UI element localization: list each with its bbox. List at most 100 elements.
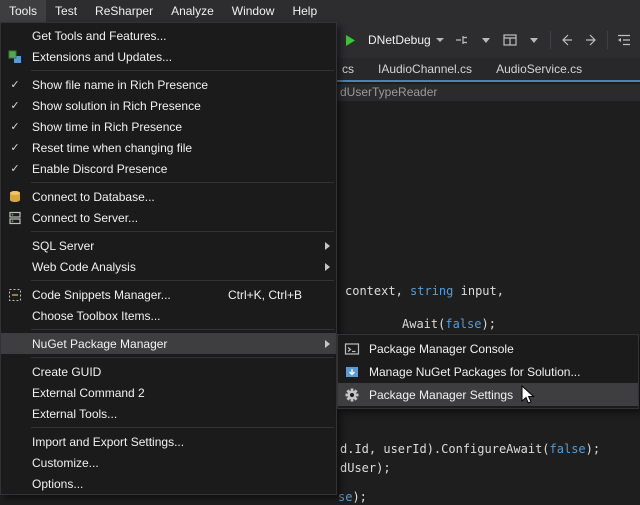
menu-item-label: Connect to Database... (29, 190, 318, 204)
menubar-item-window[interactable]: Window (223, 0, 284, 22)
run-configuration-dropdown[interactable]: DNetDebug (365, 31, 447, 49)
menubar-item-tools[interactable]: Tools (0, 0, 46, 22)
toolbar-separator (550, 31, 551, 49)
menu-separator (31, 427, 334, 428)
menu-item-choose-toolbox-items[interactable]: Choose Toolbox Items... (1, 305, 336, 326)
unindent-icon[interactable] (616, 32, 632, 48)
server-icon (1, 207, 29, 228)
menu-icon-gutter (1, 25, 29, 46)
menubar-item-resharper[interactable]: ReSharper (86, 0, 162, 22)
submenu-arrow-cell (318, 263, 336, 271)
dropdown-caret-icon (436, 38, 444, 42)
menu-item-web-code-analysis[interactable]: Web Code Analysis (1, 256, 336, 277)
menu-separator (31, 329, 334, 330)
menu-item-show-solution-in-rich-presence[interactable]: ✓Show solution in Rich Presence (1, 95, 336, 116)
attach-icon[interactable] (454, 32, 470, 48)
submenu-arrow-icon (325, 340, 330, 348)
menu-separator (31, 182, 334, 183)
menu-separator (31, 70, 334, 71)
packages-icon (338, 360, 366, 383)
menu-item-label: SQL Server (29, 239, 318, 253)
caret-down-icon[interactable] (526, 32, 542, 48)
menu-item-label: Code Snippets Manager... (29, 288, 228, 302)
menu-item-connect-to-database[interactable]: Connect to Database... (1, 186, 336, 207)
checkmark-icon: ✓ (1, 158, 29, 179)
menu-item-label: Show file name in Rich Presence (29, 78, 318, 92)
menu-item-options[interactable]: Options... (1, 473, 336, 494)
menu-item-manage-nuget-packages-for-solution[interactable]: Manage NuGet Packages for Solution... (338, 360, 638, 383)
menu-item-reset-time-when-changing-file[interactable]: ✓Reset time when changing file (1, 137, 336, 158)
menu-item-label: Package Manager Settings (366, 388, 620, 402)
menu-item-label: Package Manager Console (366, 342, 620, 356)
menu-item-show-file-name-in-rich-presence[interactable]: ✓Show file name in Rich Presence (1, 74, 336, 95)
menu-item-nuget-package-manager[interactable]: NuGet Package Manager (1, 333, 336, 354)
menu-item-label: Extensions and Updates... (29, 50, 318, 64)
menubar-item-help[interactable]: Help (283, 0, 326, 22)
menu-item-extensions-and-updates[interactable]: Extensions and Updates... (1, 46, 336, 67)
menu-item-enable-discord-presence[interactable]: ✓Enable Discord Presence (1, 158, 336, 179)
caret-down-icon[interactable] (478, 32, 494, 48)
nuget-package-manager-submenu: Package Manager Console Manage NuGet Pack… (337, 334, 639, 409)
menu-item-label: NuGet Package Manager (29, 337, 318, 351)
menu-item-customize[interactable]: Customize... (1, 452, 336, 473)
menu-item-label: External Tools... (29, 407, 318, 421)
submenu-arrow-cell (318, 340, 336, 348)
menu-item-package-manager-console[interactable]: Package Manager Console (338, 337, 638, 360)
menu-icon-gutter (1, 361, 29, 382)
menu-separator (31, 280, 334, 281)
gear-icon (338, 383, 366, 406)
menu-bar: ToolsTestReSharperAnalyzeWindowHelp (0, 0, 640, 22)
menu-icon-gutter (1, 333, 29, 354)
code-line: se); (338, 490, 367, 505)
menu-item-label: Web Code Analysis (29, 260, 318, 274)
checkmark-icon: ✓ (1, 116, 29, 137)
tab-audioservice-cs[interactable]: AudioService.cs (484, 58, 594, 80)
menu-separator (31, 357, 334, 358)
menu-item-label: Options... (29, 477, 318, 491)
extensions-icon (1, 46, 29, 67)
toolbar-icon-group (454, 31, 640, 49)
tools-menu: Get Tools and Features... Extensions and … (0, 22, 337, 495)
code-line: d.Id, userId).ConfigureAwait(false); (340, 442, 600, 457)
menu-item-external-command-2[interactable]: External Command 2 (1, 382, 336, 403)
console-icon (338, 337, 366, 360)
menu-icon-gutter (1, 452, 29, 473)
menu-item-get-tools-and-features[interactable]: Get Tools and Features... (1, 25, 336, 46)
code-line: context, string input, (345, 284, 504, 299)
menu-icon-gutter (1, 235, 29, 256)
history-forward-icon[interactable] (583, 32, 599, 48)
menu-item-label: Choose Toolbox Items... (29, 309, 318, 323)
menu-item-label: Customize... (29, 456, 318, 470)
menu-icon-gutter (1, 382, 29, 403)
menu-item-show-time-in-rich-presence[interactable]: ✓Show time in Rich Presence (1, 116, 336, 137)
menubar-item-analyze[interactable]: Analyze (162, 0, 223, 22)
menu-item-label: Show solution in Rich Presence (29, 99, 318, 113)
checkmark-icon: ✓ (1, 74, 29, 95)
tab-iaudiochannel-cs[interactable]: IAudioChannel.cs (366, 58, 484, 80)
toolbar-separator (607, 31, 608, 49)
window-layout-icon[interactable] (502, 32, 518, 48)
menu-item-label: Enable Discord Presence (29, 162, 318, 176)
code-line: dUser); (340, 461, 391, 476)
database-icon (1, 186, 29, 207)
menu-item-shortcut: Ctrl+K, Ctrl+B (228, 288, 318, 302)
menu-icon-gutter (1, 431, 29, 452)
menu-item-sql-server[interactable]: SQL Server (1, 235, 336, 256)
menu-item-import-and-export-settings[interactable]: Import and Export Settings... (1, 431, 336, 452)
toolbar-right-section: DNetDebug (338, 22, 640, 58)
code-line: Await(false); (402, 317, 496, 332)
menu-item-connect-to-server[interactable]: Connect to Server... (1, 207, 336, 228)
menu-item-label: Manage NuGet Packages for Solution... (366, 365, 620, 379)
menu-icon-gutter (1, 305, 29, 326)
history-back-icon[interactable] (559, 32, 575, 48)
menu-item-label: Import and Export Settings... (29, 435, 318, 449)
menu-item-external-tools[interactable]: External Tools... (1, 403, 336, 424)
menu-item-code-snippets-manager[interactable]: Code Snippets Manager...Ctrl+K, Ctrl+B (1, 284, 336, 305)
start-debug-icon[interactable] (342, 32, 358, 48)
menu-item-create-guid[interactable]: Create GUID (1, 361, 336, 382)
snippets-icon (1, 284, 29, 305)
menu-item-package-manager-settings[interactable]: Package Manager Settings (338, 383, 638, 406)
run-configuration-label: DNetDebug (368, 33, 431, 47)
menubar-item-test[interactable]: Test (46, 0, 86, 22)
menu-separator (31, 231, 334, 232)
